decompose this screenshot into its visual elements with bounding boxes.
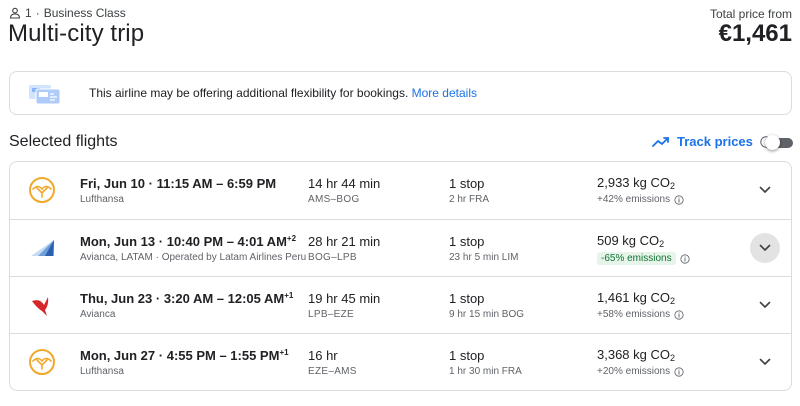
lufthansa-crane-icon [29,177,55,203]
expand-button[interactable] [750,233,780,263]
expand-button[interactable] [750,290,780,320]
notice-message: This airline may be offering additional … [89,86,477,100]
trip-summary: 1 · Business Class [9,6,126,20]
co2-amount: 3,368 kg CO2 [597,347,675,363]
track-prices-toggle[interactable] [765,135,793,150]
expand-button[interactable] [750,347,780,377]
flights-list: Fri, Jun 10 · 11:15 AM – 6:59 PM Lufthan… [9,161,792,391]
flight-times: Mon, Jun 27 · 4:55 PM – 1:55 PM+1 [80,348,289,363]
latam-tail-icon [31,240,54,256]
co2-value: 509 kg CO [597,233,660,248]
lufthansa-crane-icon [29,349,55,375]
total-price-label: Total price from [709,7,792,21]
flight-duration: 19 hr 45 min [308,291,381,306]
flight-times: Fri, Jun 10 · 11:15 AM – 6:59 PM [80,176,276,191]
flight-date: Fri, Jun 10 [80,176,146,191]
dot-separator: · [158,234,164,249]
time-range: 4:55 PM – 1:55 PM [166,348,280,363]
layover-info: 1 hr 30 min FRA [449,366,522,377]
page-title: Multi-city trip [8,20,145,47]
passenger-count: 1 [25,6,32,20]
emissions-badge: -65% emissions [597,252,676,265]
flight-row[interactable]: Mon, Jun 13 · 10:40 PM – 4:01 AM+2 Avian… [10,219,791,276]
info-icon[interactable] [674,194,684,205]
emissions-info: +20% emissions [597,366,684,377]
chevron-down-icon [759,358,771,365]
time-range: 11:15 AM – 6:59 PM [156,176,277,191]
layover-info: 9 hr 15 min BOG [449,309,525,320]
flight-route: AMS–BOG [308,194,360,205]
flight-route: EZE–AMS [308,366,357,377]
co2-subscript: 2 [670,353,676,363]
co2-subscript: 2 [670,181,676,191]
dot-separator: · [158,348,164,363]
chevron-down-icon [759,301,771,308]
airline-name: Lufthansa [80,194,124,205]
flight-times: Mon, Jun 13 · 10:40 PM – 4:01 AM+2 [80,234,296,249]
emissions-info: +42% emissions [597,194,684,205]
airline-name: Lufthansa [80,366,124,377]
day-offset: +1 [284,291,294,300]
flight-duration: 16 hr [308,348,338,363]
selected-flights-heading: Selected flights [9,133,118,150]
flight-route: BOG–LPB [308,252,357,263]
emissions-badge: +20% emissions [597,366,671,377]
emissions-badge: +42% emissions [597,194,671,205]
layover-info: 23 hr 5 min LIM [449,252,519,263]
trend-icon [652,136,669,147]
flight-times: Thu, Jun 23 · 3:20 AM – 12:05 AM+1 [80,291,293,306]
expand-button[interactable] [750,175,780,205]
track-prices-label[interactable]: Track prices [677,134,753,149]
flight-route: LPB–EZE [308,309,355,320]
flight-row[interactable]: Thu, Jun 23 · 3:20 AM – 12:05 AM+1 Avian… [10,276,791,333]
dot-separator: · [155,291,161,306]
day-offset: +2 [286,234,297,243]
airline-name: Avianca [80,309,116,320]
co2-value: 3,368 kg CO [597,347,670,362]
info-icon[interactable] [680,253,690,264]
track-prices[interactable]: Track prices [652,134,772,149]
time-range: 3:20 AM – 12:05 AM [163,291,285,306]
total-price: €1,461 [718,20,792,47]
flexibility-notice: This airline may be offering additional … [9,71,792,115]
stop-count: 1 stop [449,176,485,191]
notice-text: This airline may be offering additional … [89,86,409,100]
chevron-down-icon [759,186,771,193]
more-details-link[interactable]: More details [412,86,477,100]
dot-separator: · [148,176,153,191]
stop-count: 1 stop [449,348,485,363]
flight-date: Mon, Jun 27 [80,348,156,363]
flight-row[interactable]: Fri, Jun 10 · 11:15 AM – 6:59 PM Lufthan… [10,162,791,219]
toggle-knob [765,135,780,150]
info-icon[interactable] [674,366,684,377]
flight-duration: 28 hr 21 min [308,234,381,249]
time-range: 10:40 PM – 4:01 AM [166,234,287,249]
summary-separator: · [35,6,40,20]
person-icon [9,7,21,19]
flight-date: Thu, Jun 23 [80,291,153,306]
chevron-down-icon [759,244,771,251]
emissions-info: -65% emissions [597,252,690,265]
flexible-tickets-icon [29,85,61,105]
emissions-info: +58% emissions [597,309,684,320]
co2-subscript: 2 [659,239,665,249]
airline-name: Avianca, LATAM · Operated by Latam Airli… [80,252,307,263]
flight-row[interactable]: Mon, Jun 27 · 4:55 PM – 1:55 PM+1 Luftha… [10,333,791,390]
cabin-class: Business Class [43,6,126,20]
layover-info: 2 hr FRA [449,194,490,205]
co2-value: 1,461 kg CO [597,290,670,305]
day-offset: +1 [279,348,289,357]
co2-amount: 2,933 kg CO2 [597,175,675,191]
stop-count: 1 stop [449,234,485,249]
emissions-badge: +58% emissions [597,309,671,320]
stop-count: 1 stop [449,291,485,306]
co2-value: 2,933 kg CO [597,175,670,190]
flight-duration: 14 hr 44 min [308,176,381,191]
co2-amount: 1,461 kg CO2 [597,290,675,306]
info-icon[interactable] [674,309,684,320]
co2-subscript: 2 [670,296,676,306]
co2-amount: 509 kg CO2 [597,233,664,249]
flight-date: Mon, Jun 13 [80,234,156,249]
avianca-bird-icon [32,297,49,316]
